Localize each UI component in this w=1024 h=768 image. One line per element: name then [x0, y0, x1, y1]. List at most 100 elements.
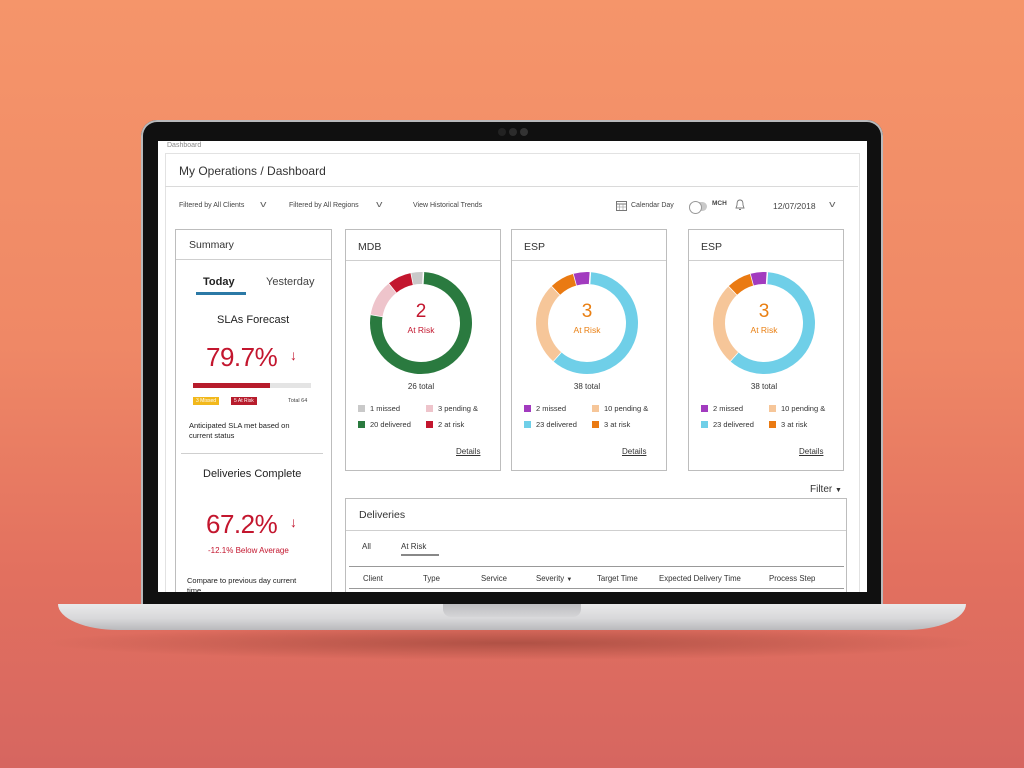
legend-label: 3 at risk [604, 420, 631, 429]
screen: Dashboard My Operations / Dashboard Filt… [158, 141, 867, 592]
donut-center-status: At Risk [573, 325, 601, 335]
severity-label: Severity [536, 574, 565, 583]
camera-lens [520, 128, 528, 136]
donut-slice-pending [536, 286, 562, 362]
laptop-shadow [40, 626, 984, 660]
chevron-down-icon[interactable]: v [376, 199, 382, 209]
laptop-notch [443, 604, 581, 617]
donut-card-divider [689, 260, 843, 261]
legend-swatch [524, 405, 531, 412]
table-header-divider [349, 566, 844, 567]
donut-slice-at-risk [551, 273, 578, 295]
legend-label: 3 pending & [438, 404, 479, 413]
donut-card-title: MDB [358, 241, 382, 253]
donut-card-title: ESP [701, 241, 723, 253]
legend-swatch [358, 421, 365, 428]
legend-label: 2 missed [713, 404, 744, 413]
column-header-process-step[interactable]: Process Step [769, 574, 815, 583]
legend-swatch [524, 421, 531, 428]
donut-slice-pending [370, 283, 397, 317]
sla-total: Total 64 [288, 398, 308, 404]
calendar-icon[interactable] [616, 200, 627, 211]
legend-swatch [769, 421, 776, 428]
legend-swatch [592, 405, 599, 412]
donut-card-divider [346, 260, 500, 261]
column-header-expected-delivery-time[interactable]: Expected Delivery Time [659, 574, 741, 583]
legend-swatch [426, 405, 433, 412]
slas-forecast-value: 79.7% [206, 342, 278, 372]
donut-card-title: ESP [524, 241, 546, 253]
details-link[interactable]: Details [622, 447, 646, 456]
header-divider [165, 186, 858, 187]
legend-label: 23 delivered [536, 420, 577, 429]
donut-slice-separator [422, 272, 425, 285]
donut-card-divider [512, 260, 666, 261]
legend-label: 3 at risk [781, 420, 808, 429]
chevron-down-icon[interactable]: v [260, 199, 266, 209]
mch-toggle[interactable] [689, 201, 707, 214]
region-filter[interactable]: Filtered by All Regions [289, 202, 359, 209]
sort-down-icon: ▼ [566, 577, 573, 583]
mch-label: MCH [712, 200, 727, 207]
deliveries-note-line2: time [187, 586, 202, 592]
historical-trends-link[interactable]: View Historical Trends [413, 202, 482, 209]
tab-today[interactable]: Today [203, 276, 235, 288]
tab-today-underline [196, 292, 246, 295]
toggle-knob [689, 201, 702, 214]
donut-center-status: At Risk [750, 325, 778, 335]
sla-note-line1: Anticipated SLA met based on [189, 421, 290, 430]
donut-slice-at-risk [389, 272, 414, 293]
camera-dot [498, 128, 506, 136]
column-header-client[interactable]: Client [363, 574, 383, 583]
legend-swatch [426, 421, 433, 428]
sla-progress-fill [193, 383, 270, 388]
tab-at-risk[interactable]: At Risk [401, 542, 426, 551]
details-link[interactable]: Details [799, 447, 823, 456]
camera-dot [509, 128, 517, 136]
breadcrumb[interactable]: Dashboard [167, 142, 201, 149]
summary-section-divider [181, 453, 323, 454]
legend-label: 1 missed [370, 404, 401, 413]
column-header-type[interactable]: Type [423, 574, 440, 583]
arrow-down-icon: ↓ [290, 514, 297, 530]
tab-all[interactable]: All [362, 542, 371, 551]
donut-center-count: 2 [415, 301, 427, 322]
arrow-down-icon: ↓ [290, 347, 297, 363]
donut-center-count: 3 [758, 301, 770, 322]
legend-label: 2 missed [536, 404, 567, 413]
filter-button[interactable]: Filter ▼ [810, 484, 842, 495]
calendar-day-label[interactable]: Calendar Day [631, 202, 674, 209]
page-title: My Operations / Dashboard [179, 164, 326, 178]
legend-swatch [701, 421, 708, 428]
donut-slice-pending [713, 286, 739, 362]
donut-slice-separator [765, 272, 769, 285]
column-header-target-time[interactable]: Target Time [597, 574, 638, 583]
bell-icon[interactable] [735, 199, 745, 211]
legend-swatch [358, 405, 365, 412]
legend-label: 10 pending & [604, 404, 649, 413]
legend-swatch [592, 421, 599, 428]
deliveries-note-line1: Compare to previous day current [187, 576, 297, 585]
date-select[interactable]: 12/07/2018 [773, 201, 816, 211]
donut-chart [370, 272, 472, 374]
deliveries-below-average: -12.1% Below Average [208, 546, 289, 555]
donut-total: 38 total [750, 382, 778, 391]
summary-divider [176, 259, 331, 260]
donut-total: 26 total [407, 382, 435, 391]
donut-slice-missed [411, 272, 424, 285]
client-filter[interactable]: Filtered by All Clients [179, 202, 244, 209]
slas-forecast-title: SLAs Forecast [217, 314, 290, 326]
caret-down-icon: ▼ [835, 487, 842, 494]
donut-chart [536, 272, 638, 374]
donut-center-status: At Risk [407, 325, 435, 335]
tab-yesterday[interactable]: Yesterday [266, 276, 315, 288]
legend-label: 20 delivered [370, 420, 411, 429]
donut-slice-delivered [730, 272, 815, 374]
donut-slice-at-risk [728, 273, 755, 295]
donut-total: 38 total [573, 382, 601, 391]
column-header-severity[interactable]: Severity ▼ [536, 574, 572, 583]
column-header-service[interactable]: Service [481, 574, 507, 583]
tab-at-risk-underline [401, 554, 439, 556]
chevron-down-icon[interactable]: v [829, 199, 835, 209]
details-link[interactable]: Details [456, 447, 480, 456]
